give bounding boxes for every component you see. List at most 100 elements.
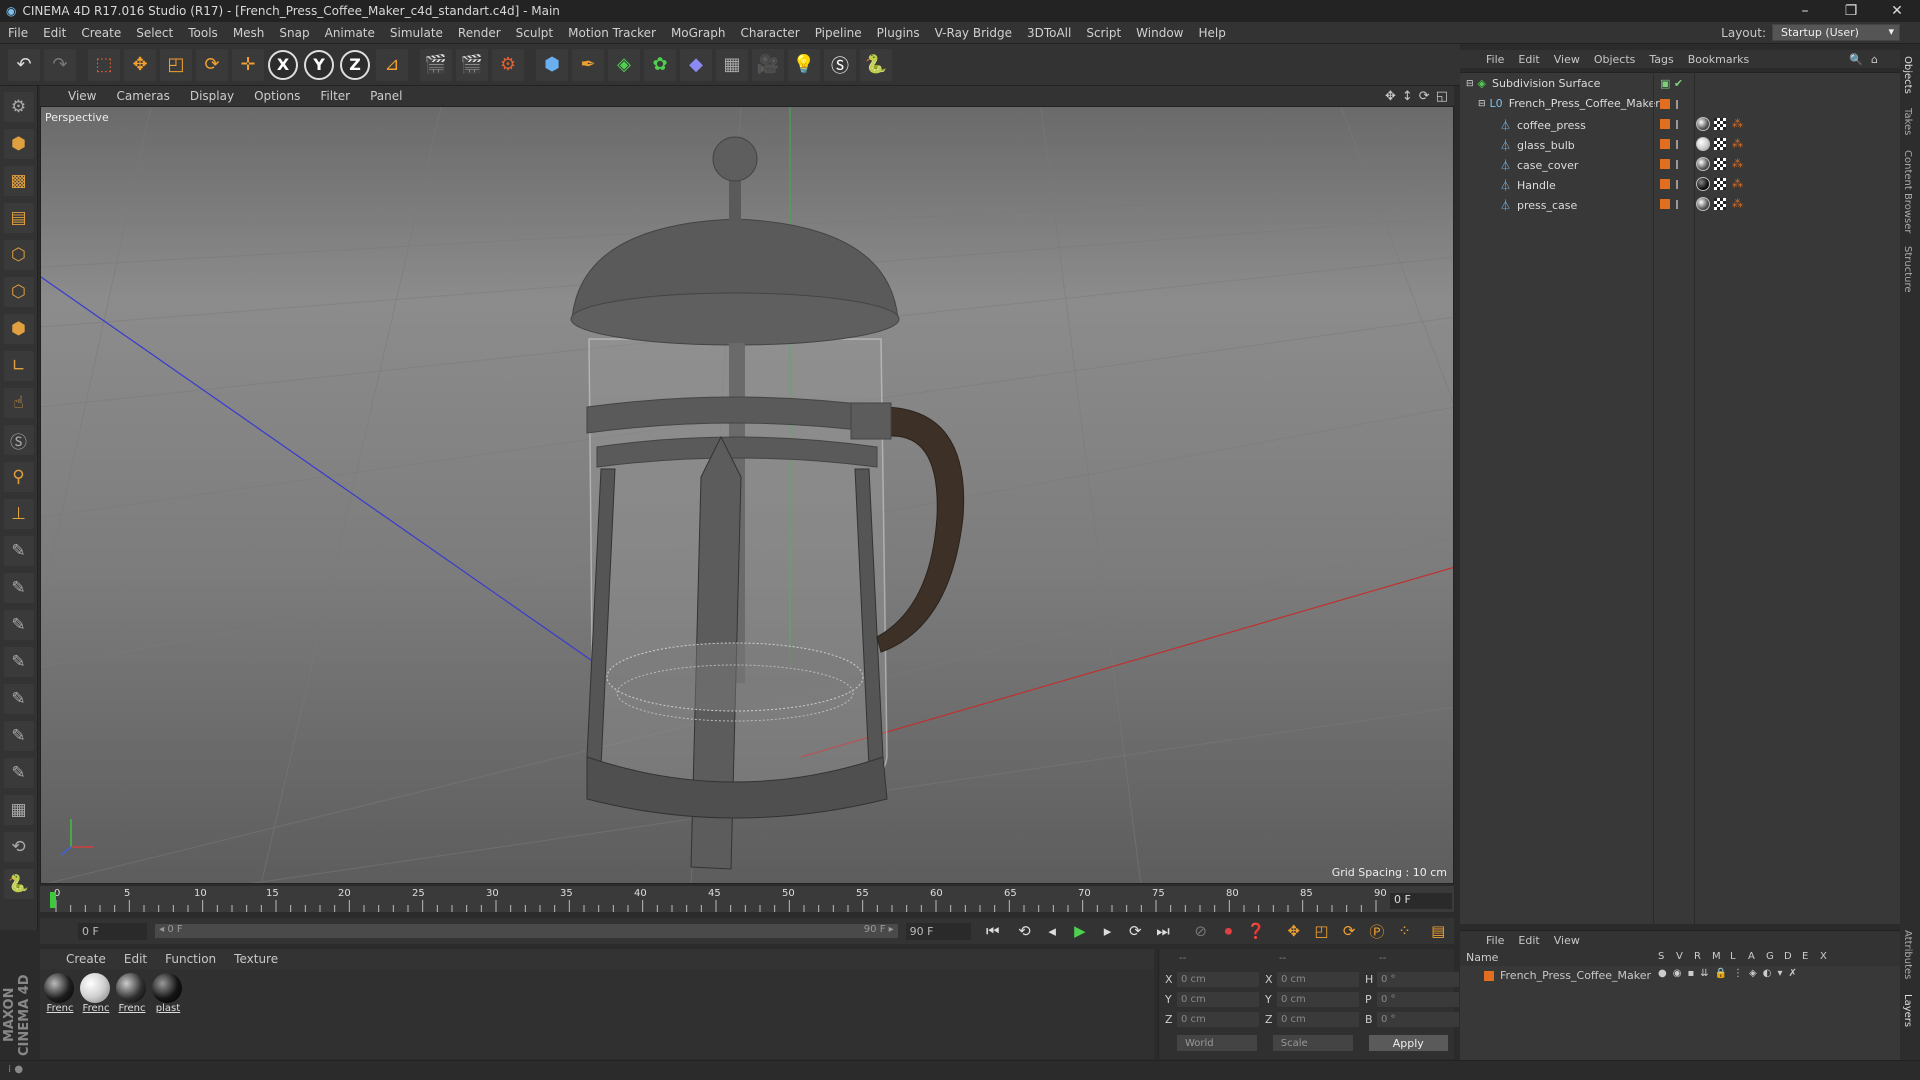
vp-menu-cameras[interactable]: Cameras [116, 89, 169, 103]
enabled-check-icon[interactable]: ▣ ✔ [1660, 77, 1683, 90]
render-picture-viewer-icon[interactable]: 🎬 [456, 48, 488, 81]
scale-tool-icon[interactable]: ◰ [160, 48, 192, 81]
uvw-tag-icon[interactable] [1714, 178, 1726, 190]
vp-menu-filter[interactable]: Filter [320, 89, 350, 103]
layer-col-generators[interactable]: G [1766, 951, 1784, 962]
collapse-toggle-icon[interactable]: ⊟ [1466, 79, 1474, 89]
size-x-field[interactable]: 0 cm [1277, 972, 1359, 987]
object-row-french-press-coffee-maker[interactable]: ⊟ L0 French_Press_Coffee_Maker [1460, 95, 1900, 115]
size-y-field[interactable]: 0 cm [1277, 992, 1359, 1007]
vray-icon[interactable]: Ⓢ [824, 48, 856, 81]
selection-tag-icon[interactable]: ⁂ [1732, 197, 1743, 210]
uvw-tag-icon[interactable] [1714, 158, 1726, 170]
layer-color-tag[interactable] [1660, 119, 1670, 129]
vp-menu-display[interactable]: Display [190, 89, 234, 103]
python-icon[interactable]: 🐍 [860, 48, 892, 81]
tab-content-browser[interactable]: Content Browser [1902, 150, 1913, 233]
mat-menu-edit[interactable]: Edit [124, 952, 147, 966]
move-tool-icon[interactable]: ✥ [124, 48, 156, 81]
texture-mode-icon[interactable]: ▩ [3, 166, 34, 196]
go-to-previous-key-icon[interactable]: ⟲ [1013, 920, 1037, 942]
obj-menu-tags[interactable]: Tags [1649, 53, 1673, 66]
preview-range-slider[interactable]: ◂ 0 F 90 F ▸ [155, 924, 898, 938]
layer-color-tag[interactable] [1660, 159, 1670, 169]
menu-pipeline[interactable]: Pipeline [815, 26, 862, 40]
transform-tool-icon[interactable]: ✛ [232, 48, 264, 81]
mat-menu-texture[interactable]: Texture [234, 952, 278, 966]
light-icon[interactable]: 💡 [788, 48, 820, 81]
material-tag-icon[interactable] [1696, 117, 1710, 131]
column-divider[interactable] [1694, 72, 1695, 924]
selection-tag-icon[interactable]: ⁂ [1732, 157, 1743, 170]
layer-col-render[interactable]: R [1694, 951, 1712, 962]
go-to-next-key-icon[interactable]: ⟳ [1123, 920, 1147, 942]
collapse-toggle-icon[interactable]: ⊟ [1478, 99, 1486, 109]
next-frame-icon[interactable]: ▸ [1096, 920, 1120, 942]
obj-menu-file[interactable]: File [1486, 53, 1504, 66]
live-selection-icon[interactable]: ⬚ [88, 48, 120, 81]
end-frame-field[interactable]: 90 F [905, 922, 971, 940]
selection-tag-icon[interactable]: ⁂ [1732, 117, 1743, 130]
menu-select[interactable]: Select [136, 26, 173, 40]
obj-menu-objects[interactable]: Objects [1594, 53, 1636, 66]
visibility-dots-icon[interactable] [1676, 180, 1681, 189]
object-row-coffee-press[interactable]: ⏃ coffee_press ⁂ [1460, 115, 1900, 135]
locked-workplane-icon[interactable]: ⊥ [3, 499, 34, 529]
cube-primitive-icon[interactable]: ⬢ [536, 48, 568, 81]
camera-icon[interactable]: 🎥 [752, 48, 784, 81]
minimize-button[interactable]: – [1782, 3, 1828, 19]
mat-menu-function[interactable]: Function [165, 952, 216, 966]
menu-animate[interactable]: Animate [325, 26, 375, 40]
menu-motion-tracker[interactable]: Motion Tracker [568, 26, 656, 40]
menu-edit[interactable]: Edit [43, 26, 66, 40]
transform-mode-select[interactable]: Scale [1272, 1035, 1353, 1051]
selection-tag-icon[interactable]: ⁂ [1732, 177, 1743, 190]
points-mode-icon[interactable]: ⬡ [3, 240, 34, 270]
material-tag-icon[interactable] [1696, 157, 1710, 171]
tab-structure[interactable]: Structure [1902, 246, 1913, 293]
x-axis-lock-icon[interactable]: X [268, 49, 298, 80]
edit-render-settings-icon[interactable]: ⚙ [492, 48, 524, 81]
layer-col-deformers[interactable]: D [1784, 951, 1802, 962]
paint-brush-icon[interactable]: ✎ [3, 573, 34, 603]
timeline-window-icon[interactable]: ▤ [1426, 920, 1450, 942]
layer-menu-view[interactable]: View [1554, 934, 1580, 947]
tab-objects[interactable]: Objects [1902, 56, 1913, 94]
tab-attributes[interactable]: Attributes [1902, 930, 1913, 979]
undo-icon[interactable]: ↶ [8, 48, 40, 81]
maximize-button[interactable]: ❐ [1828, 3, 1874, 19]
rotation-b-field[interactable]: 0 ° [1377, 1012, 1459, 1027]
menu-snap[interactable]: Snap [279, 26, 309, 40]
workplane-mode-icon[interactable]: ▤ [3, 203, 34, 233]
current-frame-field[interactable]: 0 F [1390, 893, 1452, 909]
key-scale-icon[interactable]: ◰ [1310, 920, 1334, 942]
grab-brush-icon[interactable]: ✎ [3, 721, 34, 751]
sculpt-brush-icon[interactable]: ✎ [3, 536, 34, 566]
layer-color-tag[interactable] [1660, 139, 1670, 149]
playhead-marker[interactable] [50, 892, 56, 908]
vp-menu-options[interactable]: Options [254, 89, 300, 103]
apply-button[interactable]: Apply [1368, 1035, 1448, 1051]
vp-menu-panel[interactable]: Panel [370, 89, 402, 103]
obj-menu-view[interactable]: View [1554, 53, 1580, 66]
menu-mograph[interactable]: MoGraph [671, 26, 726, 40]
pan-view-icon[interactable]: ✥ [1385, 89, 1396, 104]
french-press-model[interactable] [570, 136, 965, 870]
go-to-start-icon[interactable]: ⏮ [981, 920, 1005, 942]
visibility-dots-icon[interactable] [1676, 120, 1681, 129]
layer-color-swatch[interactable] [1484, 971, 1494, 981]
menu-simulate[interactable]: Simulate [390, 26, 443, 40]
pen-spline-icon[interactable]: ✒ [572, 48, 604, 81]
obj-menu-edit[interactable]: Edit [1518, 53, 1539, 66]
axis-mode-icon[interactable]: ∟ [3, 351, 34, 381]
uvw-tag-icon[interactable] [1714, 198, 1726, 210]
position-z-field[interactable]: 0 cm [1177, 1012, 1259, 1027]
z-axis-lock-icon[interactable]: Z [340, 49, 370, 80]
menu-3dtoall[interactable]: 3DToAll [1027, 26, 1071, 40]
smooth-brush-icon[interactable]: ✎ [3, 610, 34, 640]
key-pla-icon[interactable]: ⁘ [1393, 920, 1417, 942]
layer-col-manager[interactable]: M [1712, 951, 1730, 962]
menu-sculpt[interactable]: Sculpt [516, 26, 553, 40]
material-item[interactable]: Frenc [80, 973, 112, 1055]
key-rotation-icon[interactable]: ⟳ [1337, 920, 1361, 942]
